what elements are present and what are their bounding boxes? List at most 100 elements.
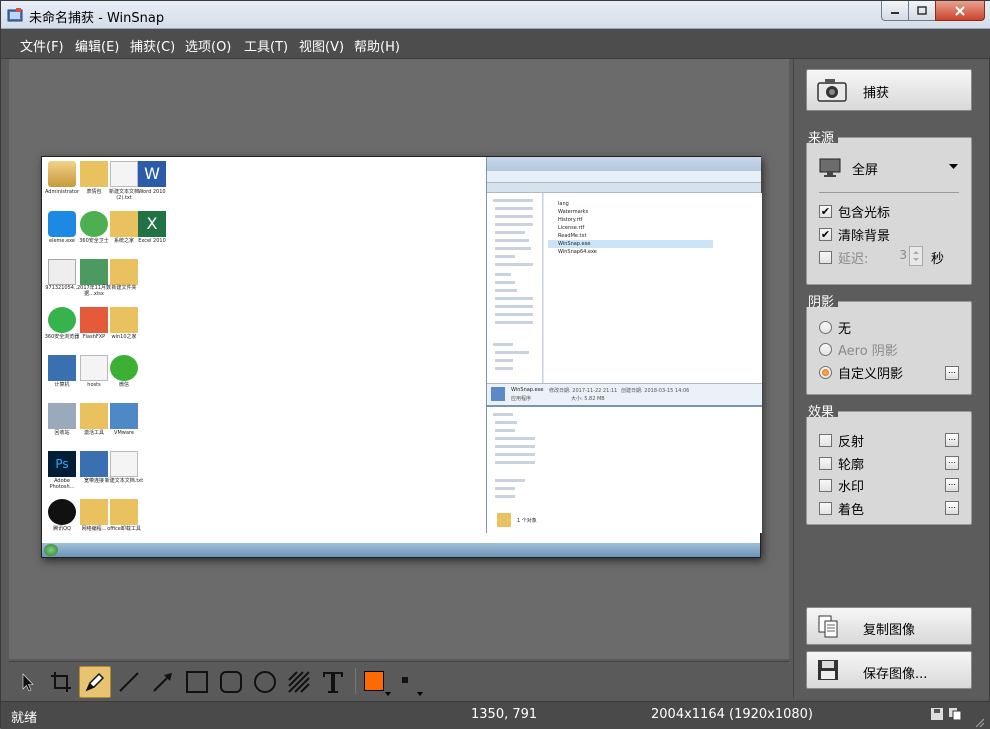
shadow-none-row[interactable]: 无 (819, 318, 852, 337)
effect-colorize-label: 着色 (838, 502, 865, 518)
close-button[interactable] (935, 1, 985, 21)
desktop-icon-text-file (110, 161, 138, 187)
source-group-title: 来源 (806, 127, 839, 146)
desktop-label: Excel 2010 (138, 238, 166, 244)
delay-row[interactable]: 延迟: (819, 248, 868, 267)
effect-watermark-settings-button[interactable]: … (945, 478, 959, 492)
menu-tools[interactable]: 工具(T) (244, 36, 288, 55)
desktop-icon-folder (110, 307, 138, 333)
explorer-file-list: lang Watermarks History.rtf License.rtf … (544, 193, 762, 383)
dropdown-arrow-icon (385, 692, 391, 696)
capture-mode-select[interactable]: 全屏 (852, 159, 878, 178)
shadow-aero-label: Aero 阴影 (838, 343, 898, 359)
desktop-icon-folder (80, 403, 108, 429)
effect-watermark-checkbox[interactable] (819, 478, 832, 492)
shadow-group: 阴影 无 Aero 阴影 自定义阴影 … (806, 291, 972, 395)
copy-status-icon[interactable] (949, 708, 961, 720)
winsnap-file-icon (491, 387, 505, 401)
delay-value-input[interactable]: 3 (887, 246, 907, 266)
ellipse-tool-button[interactable] (249, 666, 281, 698)
desktop-icon-folder (80, 161, 108, 187)
stroke-width-swatch[interactable] (402, 677, 408, 683)
explorer-file: WinSnap.exe (558, 241, 591, 247)
effect-outline-checkbox[interactable] (819, 456, 832, 470)
shadow-none-label: 无 (838, 321, 852, 337)
minimize-button[interactable] (881, 1, 909, 21)
pen-tool-button[interactable] (79, 666, 111, 698)
crop-icon (51, 672, 71, 692)
resize-grip-icon[interactable] (973, 716, 985, 728)
copy-image-button[interactable]: 复制图像 (806, 607, 972, 645)
divider (819, 192, 959, 193)
effect-outline-row[interactable]: 轮廓 (819, 454, 865, 473)
save-status-icon[interactable] (931, 708, 943, 720)
menu-view[interactable]: 视图(V) (299, 36, 344, 55)
effect-reflection-checkbox[interactable] (819, 433, 832, 447)
network-icon (80, 451, 108, 477)
desktop-label: Word 2010 (138, 189, 166, 195)
effect-reflection-label: 反射 (838, 434, 865, 450)
chevron-down-icon[interactable] (949, 164, 958, 170)
rectangle-tool-button[interactable] (181, 666, 213, 698)
shadow-custom-radio[interactable] (819, 365, 832, 379)
delay-unit: 秒 (931, 252, 945, 267)
clear-background-label: 清除背景 (838, 228, 891, 244)
shadow-custom-row[interactable]: 自定义阴影 (819, 363, 903, 382)
winsnap-app-icon (7, 8, 23, 22)
save-image-button[interactable]: 保存图像... (806, 651, 972, 689)
menu-file[interactable]: 文件(F) (20, 36, 64, 55)
text-tool-button[interactable] (317, 666, 349, 698)
clear-background-checkbox[interactable]: ✔ (819, 227, 832, 241)
desktop-icon-folder (110, 259, 138, 285)
maximize-button[interactable] (908, 1, 936, 21)
shadow-settings-button[interactable]: … (945, 366, 959, 380)
effect-colorize-row[interactable]: 着色 (819, 499, 865, 518)
effect-watermark-row[interactable]: 水印 (819, 476, 864, 495)
shadow-aero-radio[interactable] (819, 342, 832, 356)
explorer-file: Watermarks (558, 209, 589, 215)
effect-colorize-checkbox[interactable] (819, 501, 832, 515)
delay-spinner[interactable] (909, 246, 923, 266)
capture-button[interactable]: 捕获 (806, 69, 972, 111)
menu-edit[interactable]: 编辑(E) (75, 36, 119, 55)
rounded-rectangle-icon (220, 671, 242, 693)
clear-background-row[interactable]: ✔ 清除背景 (819, 225, 891, 244)
360-browser-icon (48, 307, 76, 333)
effects-group: 效果 反射 … 轮廓 … 水印 … 着色 … (806, 401, 972, 525)
menu-options[interactable]: 选项(O) (185, 36, 231, 55)
include-cursor-row[interactable]: ✔ 包含光标 (819, 202, 890, 221)
effect-reflection-settings-button[interactable]: … (945, 433, 959, 447)
menu-help[interactable]: 帮助(H) (354, 36, 400, 55)
excel-icon: X (138, 211, 166, 237)
effect-outline-settings-button[interactable]: … (945, 456, 959, 470)
color-picker-swatch[interactable] (364, 671, 384, 691)
crop-tool-button[interactable] (45, 666, 77, 698)
arrow-tool-button[interactable] (147, 666, 179, 698)
shadow-none-radio[interactable] (819, 320, 832, 334)
copy-image-label: 复制图像 (863, 623, 916, 638)
rounded-rectangle-tool-button[interactable] (215, 666, 247, 698)
toolbar-separator (355, 668, 356, 694)
menu-capture[interactable]: 捕获(C) (130, 36, 175, 55)
shadow-aero-row[interactable]: Aero 阴影 (819, 340, 898, 359)
line-tool-button[interactable] (113, 666, 145, 698)
desktop-icon-folder (110, 211, 138, 237)
captured-screenshot[interactable]: Administrator 表情包 新建文本文档 (2).txt W Word … (41, 156, 762, 558)
effect-colorize-settings-button[interactable]: … (945, 501, 959, 515)
explorer-status: 1 个对象 (517, 518, 537, 524)
desktop-icon-file (110, 451, 138, 477)
desktop-icon-folder (110, 499, 138, 525)
effect-reflection-row[interactable]: 反射 (819, 431, 865, 450)
effect-outline-label: 轮廓 (838, 457, 865, 473)
hatch-tool-button[interactable] (283, 666, 315, 698)
desktop-icon-folder (80, 499, 108, 525)
select-tool-button[interactable] (11, 666, 43, 698)
include-cursor-checkbox[interactable]: ✔ (819, 204, 832, 218)
desktop-icon-file (80, 355, 108, 381)
explorer-navigation-pane (487, 193, 543, 383)
explorer-title-bar (487, 157, 761, 171)
explorer-detail-date: 修改日期: 2017-11-22 21:11 (549, 388, 618, 394)
shadow-group-title: 阴影 (806, 291, 839, 310)
explorer-window: lang Watermarks History.rtf License.rtf … (486, 157, 762, 533)
delay-checkbox[interactable] (819, 250, 832, 264)
